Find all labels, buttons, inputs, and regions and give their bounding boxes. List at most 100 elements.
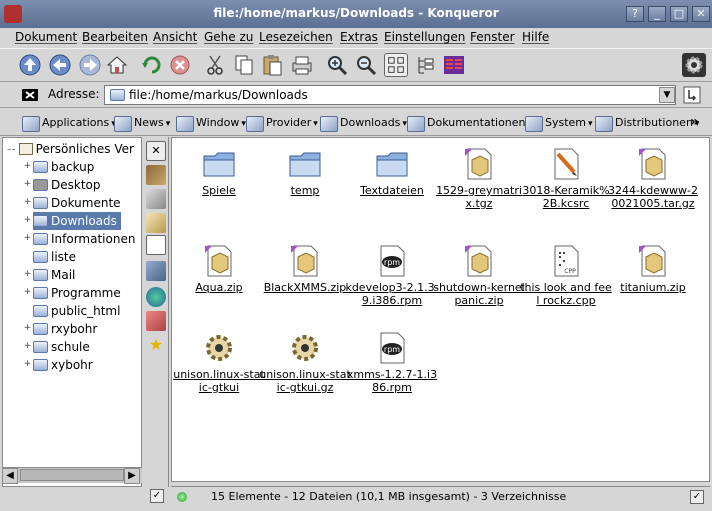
menu-hilfe[interactable]: Hilfe <box>522 30 549 44</box>
file-item-rpm[interactable]: rpm xmms-1.2.7-1.i386.rpm <box>345 330 439 394</box>
bookmark-applications[interactable]: Applications <box>20 114 116 132</box>
file-item-executable[interactable]: unison.linux-static-gtkui.gz <box>258 330 352 394</box>
scroll-thumb[interactable] <box>20 469 124 481</box>
location-folder-icon <box>110 89 125 101</box>
stop-icon[interactable] <box>168 53 192 77</box>
cut-icon[interactable] <box>203 53 227 77</box>
folder-icon <box>376 152 408 177</box>
folder-icon <box>33 161 48 173</box>
help-button[interactable]: ? <box>626 6 644 22</box>
folder-icon <box>33 305 48 317</box>
icon-view-icon[interactable] <box>384 53 408 77</box>
maximize-button[interactable]: □ <box>670 6 688 22</box>
konqueror-gear-icon[interactable] <box>682 53 706 77</box>
star-icon[interactable]: ★ <box>146 335 166 355</box>
minimize-button[interactable]: _ <box>648 6 666 22</box>
menu-fenster[interactable]: Fenster <box>470 30 515 44</box>
history-icon[interactable] <box>146 213 166 233</box>
location-dropdown-button[interactable]: ▼ <box>659 87 675 103</box>
forward-arrow-icon[interactable] <box>78 53 102 77</box>
file-item-rpm[interactable]: rpm kdevelop3-2.1.3-9.i386.rpm <box>345 243 439 307</box>
wrench-icon[interactable] <box>146 189 166 209</box>
home-icon[interactable] <box>105 53 129 77</box>
go-icon[interactable] <box>683 86 701 104</box>
tree-root-home[interactable]: -- Persönliches Ver <box>7 140 134 158</box>
bookmark-news[interactable]: News <box>112 114 170 132</box>
sidebar-link-checkbox[interactable]: ✓ <box>150 489 164 503</box>
menu-einstellungen[interactable]: Einstellungen <box>384 30 465 44</box>
folder-icon <box>203 152 235 177</box>
file-item-archive[interactable]: Aqua.zip <box>172 243 266 294</box>
globe-icon[interactable] <box>146 287 166 307</box>
bookmark-more-button[interactable]: » <box>690 114 699 130</box>
tree-item-xybohr[interactable]: + xybohr <box>24 356 93 374</box>
tree-item-desktop[interactable]: + Desktop <box>24 176 101 194</box>
close-button[interactable]: ✕ <box>692 6 710 22</box>
tree-item-schule[interactable]: + schule <box>24 338 90 356</box>
svg-text:rpm: rpm <box>384 258 400 267</box>
network-icon[interactable] <box>146 261 166 281</box>
back-arrow-icon[interactable] <box>48 53 72 77</box>
bookmark-provider[interactable]: Provider <box>244 114 318 132</box>
reload-icon[interactable] <box>140 53 164 77</box>
file-item-folder[interactable]: Spiele <box>172 146 266 197</box>
close-panel-icon[interactable]: ✕ <box>146 141 166 161</box>
location-input[interactable] <box>104 85 676 105</box>
tree-item-informationen[interactable]: + Informationen <box>24 230 136 248</box>
tree-item-dokumente[interactable]: + Dokumente <box>24 194 121 212</box>
bookmark-downloads[interactable]: Downloads <box>318 114 407 132</box>
bookmark-dokumentationen[interactable]: Dokumentationen <box>405 114 532 132</box>
multicolumn-view-icon[interactable] <box>442 53 466 77</box>
file-item-folder[interactable]: Textdateien <box>345 146 439 197</box>
bookmark-window[interactable]: Window <box>174 114 246 132</box>
file-item-archive[interactable]: titanium.zip <box>606 243 700 294</box>
cpp-source-icon: CPP <box>554 245 579 277</box>
copy-icon[interactable] <box>232 53 256 77</box>
file-item-archive[interactable]: BlackXMMS.zip <box>258 243 352 294</box>
tree-item-programme[interactable]: + Programme <box>24 284 121 302</box>
file-item-cpp[interactable]: CPP this look and feel rockz.cpp <box>519 243 613 307</box>
scroll-left-button[interactable]: ◀ <box>2 468 18 484</box>
print-icon[interactable] <box>290 53 314 77</box>
clear-location-icon[interactable] <box>22 87 38 103</box>
folder-icon <box>33 341 48 353</box>
tree-item-liste[interactable]: liste <box>33 248 76 266</box>
bookmark-distributionen[interactable]: Distributionen <box>593 114 699 132</box>
zoom-in-icon[interactable] <box>325 53 349 77</box>
tree-item-rxybohr[interactable]: + rxybohr <box>24 320 98 338</box>
bookmark-system[interactable]: System <box>523 114 593 132</box>
folder-icon <box>33 323 48 335</box>
menu-gehe-zu[interactable]: Gehe zu <box>204 30 253 44</box>
menu-ansicht[interactable]: Ansicht <box>153 30 197 44</box>
paste-icon[interactable] <box>260 53 284 77</box>
menu-bearbeiten[interactable]: Bearbeiten <box>82 30 148 44</box>
file-item-archive[interactable]: 3244-kdewww-20021005.tar.gz <box>606 146 700 210</box>
file-item-archive[interactable]: shutdown-kernel panic.zip <box>432 243 526 307</box>
menu-dokument[interactable]: Dokument <box>15 30 77 44</box>
status-led-icon <box>177 492 187 502</box>
sidebar-horizontal-scrollbar[interactable]: ◀ ▶ <box>2 467 142 484</box>
file-icon-view[interactable]: Spiele temp Textdateien 1529-greymatrix.… <box>171 137 710 482</box>
menu-extras[interactable]: Extras <box>340 30 378 44</box>
tree-item-public-html[interactable]: public_html <box>33 302 120 320</box>
bookmark-toolbar: Applications News Window Provider Downlo… <box>0 109 712 136</box>
tree-item-downloads-selected[interactable]: + Downloads <box>24 212 121 230</box>
tools-icon[interactable] <box>146 165 166 185</box>
view-link-checkbox[interactable]: ✓ <box>690 490 704 504</box>
zoom-out-icon[interactable] <box>354 53 378 77</box>
tree-item-mail[interactable]: + Mail <box>24 266 76 284</box>
title-bar[interactable]: file:/home/markus/Downloads - Konqueror … <box>0 0 712 28</box>
sidebar-tree[interactable]: -- Persönliches Ver + backup + Desktop + Dok… <box>2 137 142 487</box>
tree-view-icon[interactable] <box>414 53 438 77</box>
home-tab-icon[interactable] <box>146 235 166 255</box>
file-item-executable[interactable]: unison.linux-static-gtkui <box>172 330 266 394</box>
file-item-folder[interactable]: temp <box>258 146 352 197</box>
file-item-kcsrc[interactable]: 3018-Keramik%2B.kcsrc <box>519 146 613 210</box>
menu-lesezeichen[interactable]: Lesezeichen <box>259 30 333 44</box>
up-arrow-icon[interactable] <box>18 53 42 77</box>
bookmarks-icon[interactable] <box>146 311 166 331</box>
archive-icon <box>639 245 666 277</box>
tree-item-backup[interactable]: + backup <box>24 158 95 176</box>
scroll-right-button[interactable]: ▶ <box>124 468 140 484</box>
file-item-archive[interactable]: 1529-greymatrix.tgz <box>432 146 526 210</box>
